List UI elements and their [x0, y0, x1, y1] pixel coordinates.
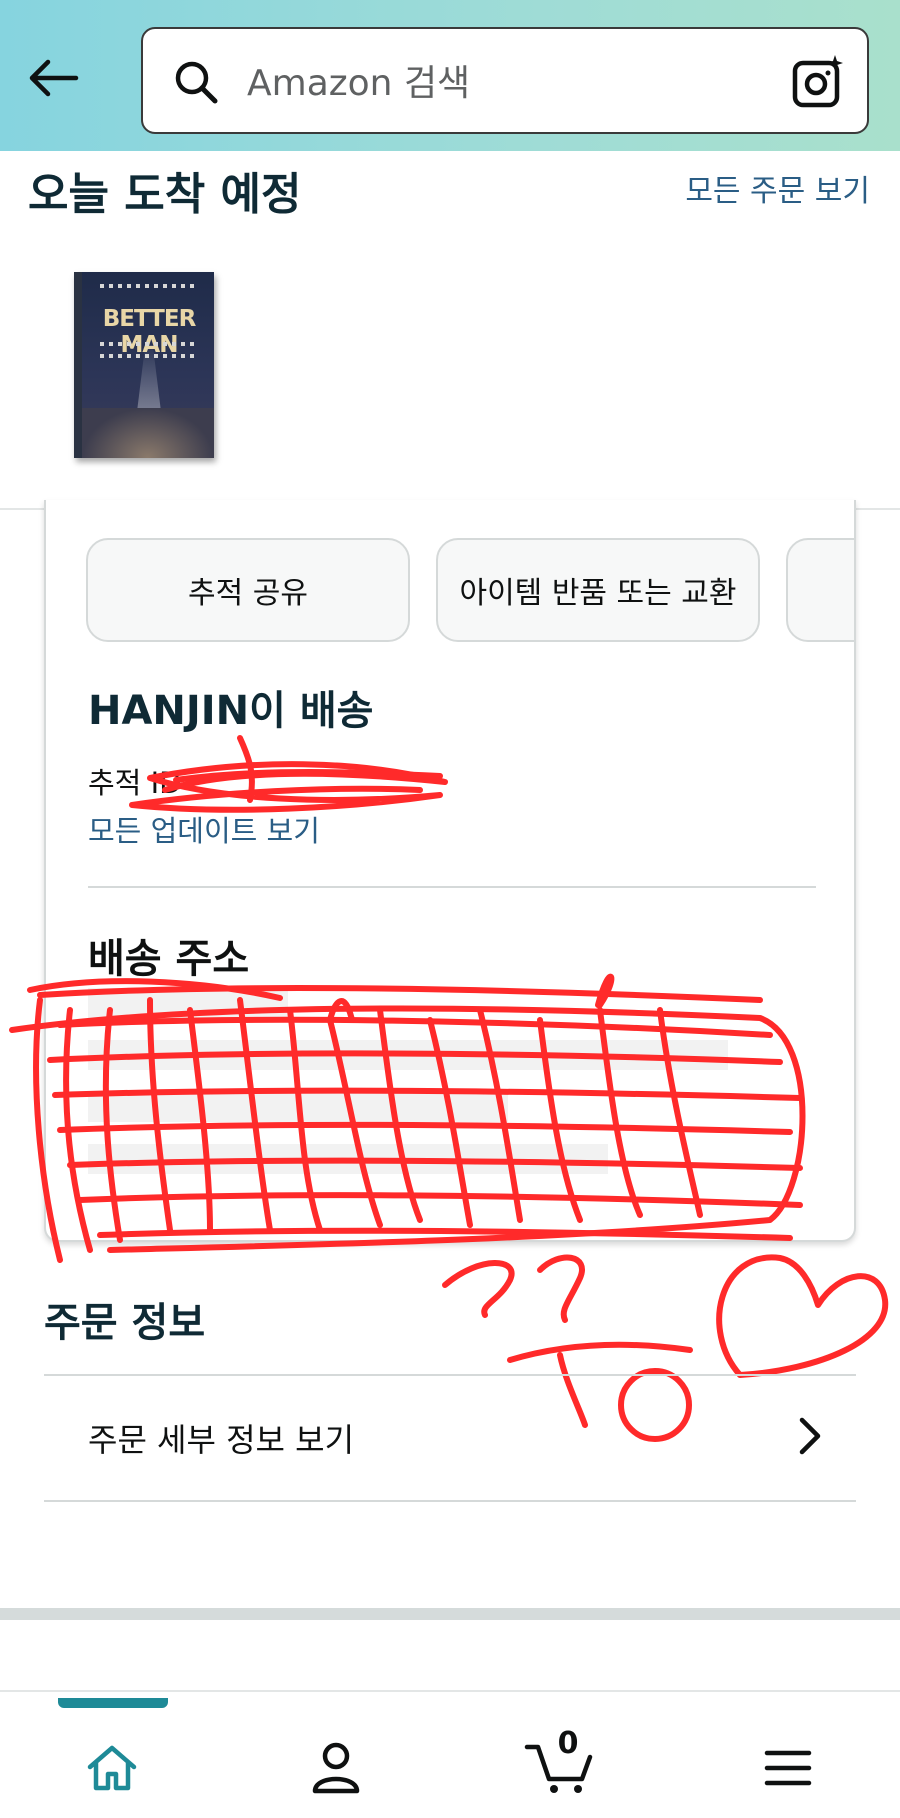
order-details-label: 주문 세부 정보 보기 [88, 1421, 355, 1459]
nav-menu[interactable] [748, 1736, 828, 1800]
address-line [88, 1040, 728, 1070]
card-divider [88, 886, 816, 888]
hamburger-menu-icon [764, 1750, 812, 1786]
back-button[interactable] [26, 50, 82, 106]
row-divider [44, 1500, 856, 1502]
address-title: 배송 주소 [88, 936, 250, 982]
more-actions-button[interactable] [786, 538, 854, 642]
cover-decoration [100, 284, 196, 288]
profile-icon [312, 1742, 360, 1794]
nav-home[interactable] [72, 1736, 152, 1800]
cart-count-badge: 0 [557, 1726, 579, 1761]
search-input[interactable] [245, 55, 765, 111]
chevron-right-icon [799, 1417, 821, 1455]
view-all-orders-link[interactable]: 모든 주문 보기 [685, 166, 870, 210]
shipment-card: 추적 공유 아이템 반품 또는 교환 HANJIN이 배송 추적 ID 모든 업… [44, 500, 856, 1242]
section-separator [0, 1608, 900, 1620]
return-exchange-button[interactable]: 아이템 반품 또는 교환 [436, 538, 760, 642]
product-thumbnail[interactable]: BETTER MAN [74, 272, 214, 458]
address-line [88, 1092, 508, 1122]
address-line [88, 1144, 608, 1174]
nav-profile[interactable] [296, 1736, 376, 1800]
crowd-graphic [82, 408, 214, 458]
camera-lens-icon[interactable] [791, 53, 845, 109]
search-icon [175, 61, 218, 104]
home-icon [87, 1745, 137, 1791]
view-updates-link[interactable]: 모든 업데이트 보기 [88, 808, 320, 850]
active-tab-indicator [58, 1698, 168, 1708]
order-details-row[interactable]: 주문 세부 정보 보기 [44, 1376, 856, 1500]
search-bar[interactable] [141, 27, 869, 134]
address-line [88, 988, 288, 1018]
tracking-id: 추적 ID [88, 760, 181, 802]
tracking-id-label: 추적 ID [88, 766, 182, 800]
share-tracking-button[interactable]: 추적 공유 [86, 538, 410, 642]
arrival-title: 오늘 도착 예정 [28, 169, 302, 220]
carrier-title: HANJIN이 배송 [88, 688, 374, 734]
back-arrow-icon [29, 59, 79, 97]
order-info-title: 주문 정보 [44, 1300, 206, 1346]
